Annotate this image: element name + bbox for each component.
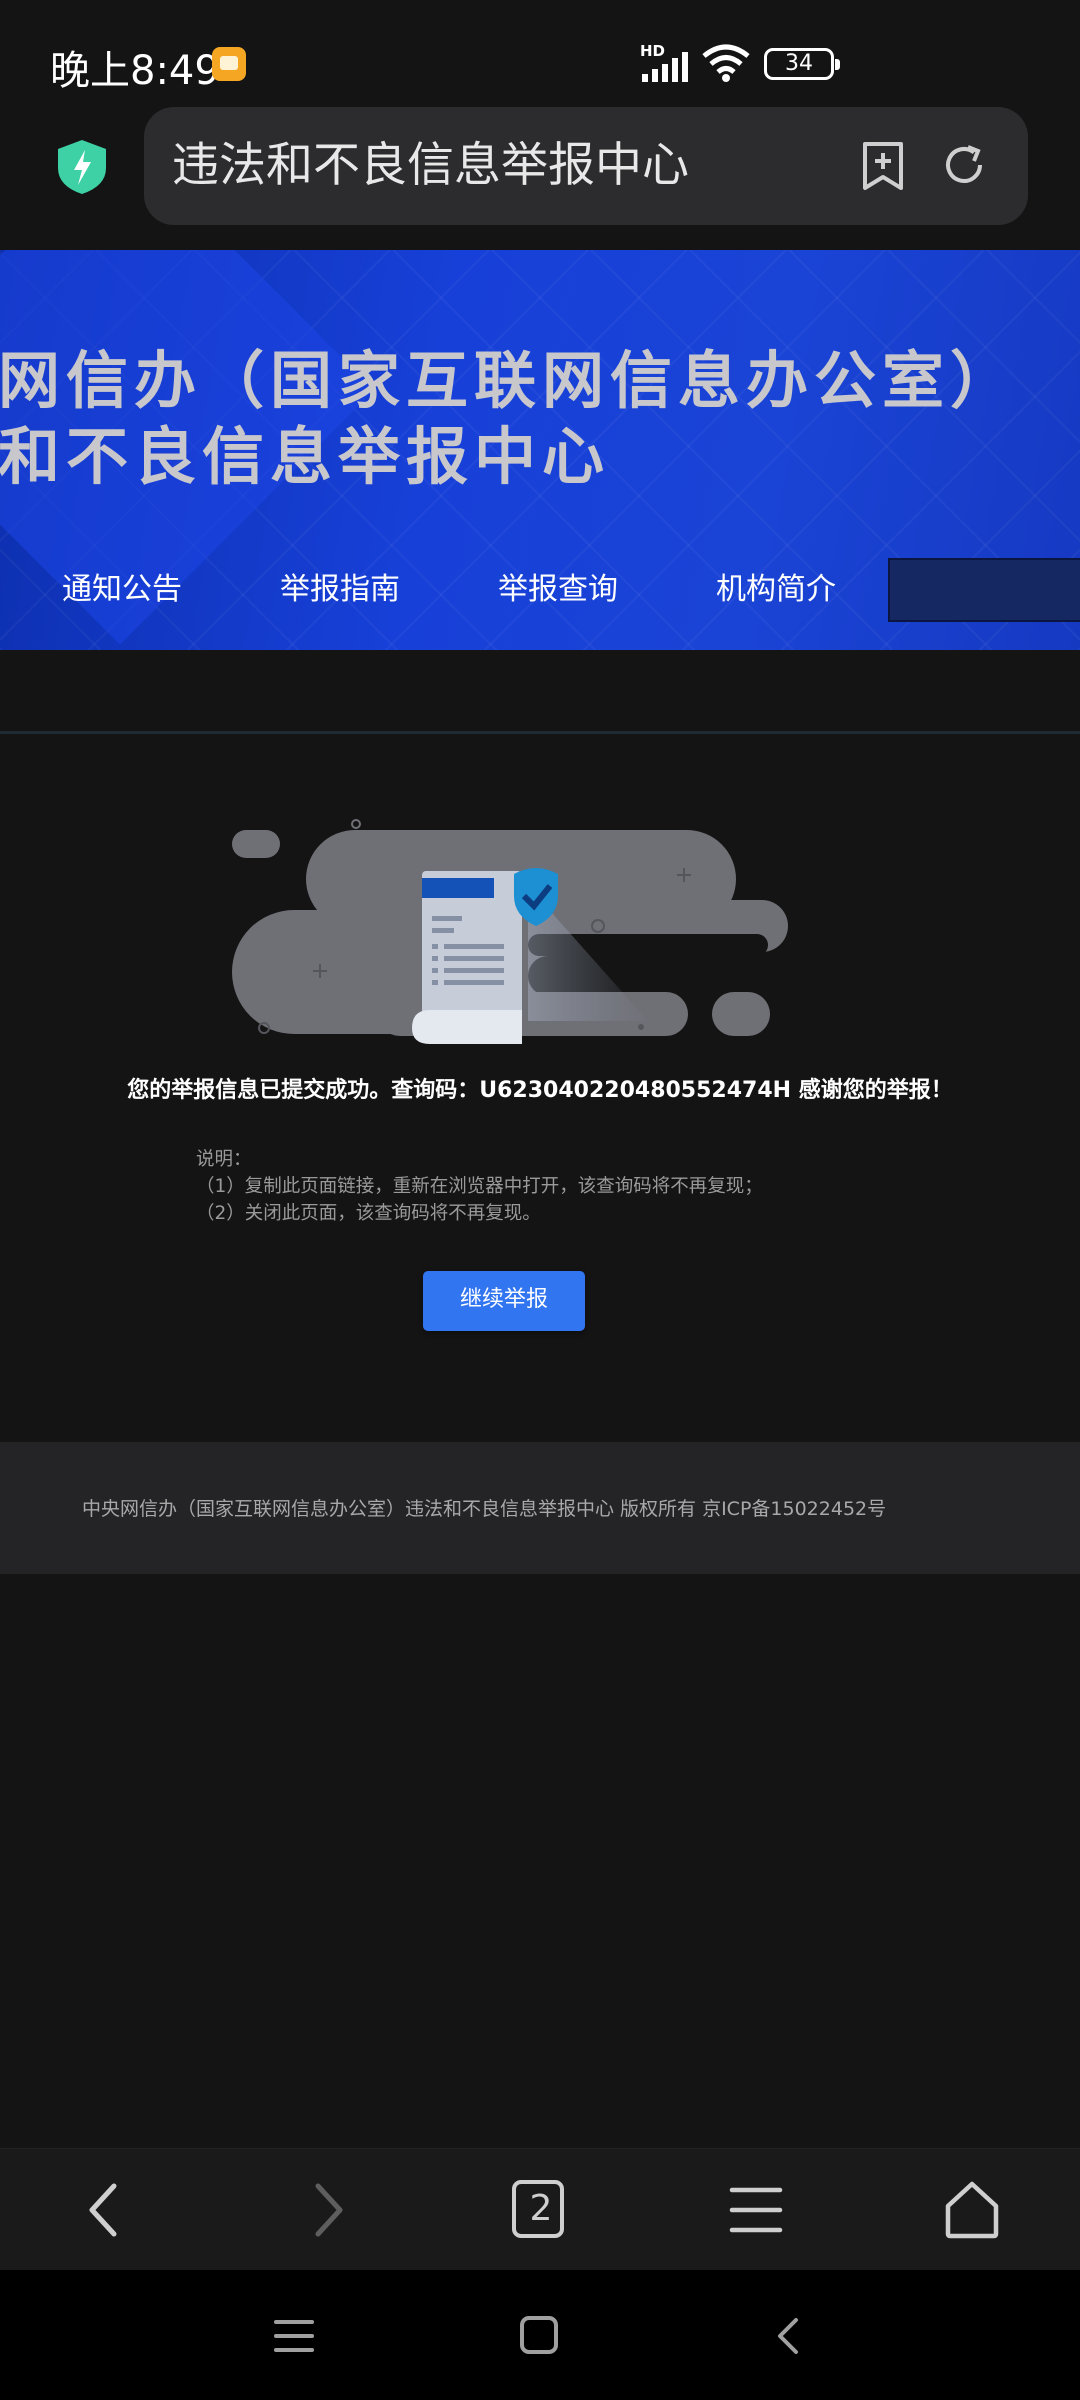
forward-icon[interactable] xyxy=(296,2180,356,2240)
note-item: （2）关闭此页面，该查询码将不再复现。 xyxy=(196,1203,541,1224)
success-message: 您的举报信息已提交成功。查询码：U623040220480552474H 感谢您… xyxy=(127,1078,953,1103)
shield-icon[interactable] xyxy=(56,138,108,196)
continue-report-button[interactable]: 继续举报 xyxy=(423,1271,585,1331)
nav-item-query[interactable]: 举报查询 xyxy=(498,560,618,620)
home-icon[interactable] xyxy=(942,2180,1002,2240)
page-footer: 中央网信办（国家互联网信息办公室）违法和不良信息举报中心 版权所有 京ICP备1… xyxy=(0,1442,1080,1574)
bookmark-add-icon[interactable] xyxy=(860,141,906,191)
content-divider xyxy=(0,650,1080,734)
nav-item-guide[interactable]: 举报指南 xyxy=(280,560,400,620)
notification-icon xyxy=(212,47,246,81)
wifi-icon xyxy=(702,44,750,82)
note-item: （1）复制此页面链接，重新在浏览器中打开，该查询码将不再复现； xyxy=(196,1176,763,1197)
nav-item-about[interactable]: 机构简介 xyxy=(716,560,836,620)
battery-icon: 34 xyxy=(764,48,840,80)
banner-title-line2: 和不良信息举报中心 xyxy=(0,420,611,493)
address-bar-title[interactable]: 违法和不良信息举报中心 xyxy=(172,136,689,196)
notes-block: 说明： （1）复制此页面链接，重新在浏览器中打开，该查询码将不再复现； （2）关… xyxy=(196,1146,763,1227)
back-icon[interactable] xyxy=(76,2180,136,2240)
tab-count: 2 xyxy=(529,2188,553,2229)
status-time: 晚上8:49 xyxy=(50,48,220,94)
status-bar: 晚上8:49 HD 34 xyxy=(0,0,1080,110)
system-back-icon[interactable] xyxy=(768,2316,812,2356)
tabs-icon[interactable]: 2 xyxy=(512,2180,564,2238)
menu-icon[interactable] xyxy=(726,2180,786,2240)
refresh-icon[interactable] xyxy=(940,141,988,189)
footer-copyright: 中央网信办（国家互联网信息办公室）违法和不良信息举报中心 版权所有 京ICP备1… xyxy=(82,1498,887,1520)
success-illustration xyxy=(232,819,788,1044)
system-home-icon[interactable] xyxy=(518,2316,562,2356)
notes-title: 说明： xyxy=(196,1149,252,1170)
battery-level: 34 xyxy=(785,51,813,76)
signal-icon xyxy=(642,52,688,82)
nav-item-notices[interactable]: 通知公告 xyxy=(62,560,182,620)
nav-item-highlighted[interactable] xyxy=(888,558,1080,622)
recent-apps-icon[interactable] xyxy=(272,2316,316,2356)
